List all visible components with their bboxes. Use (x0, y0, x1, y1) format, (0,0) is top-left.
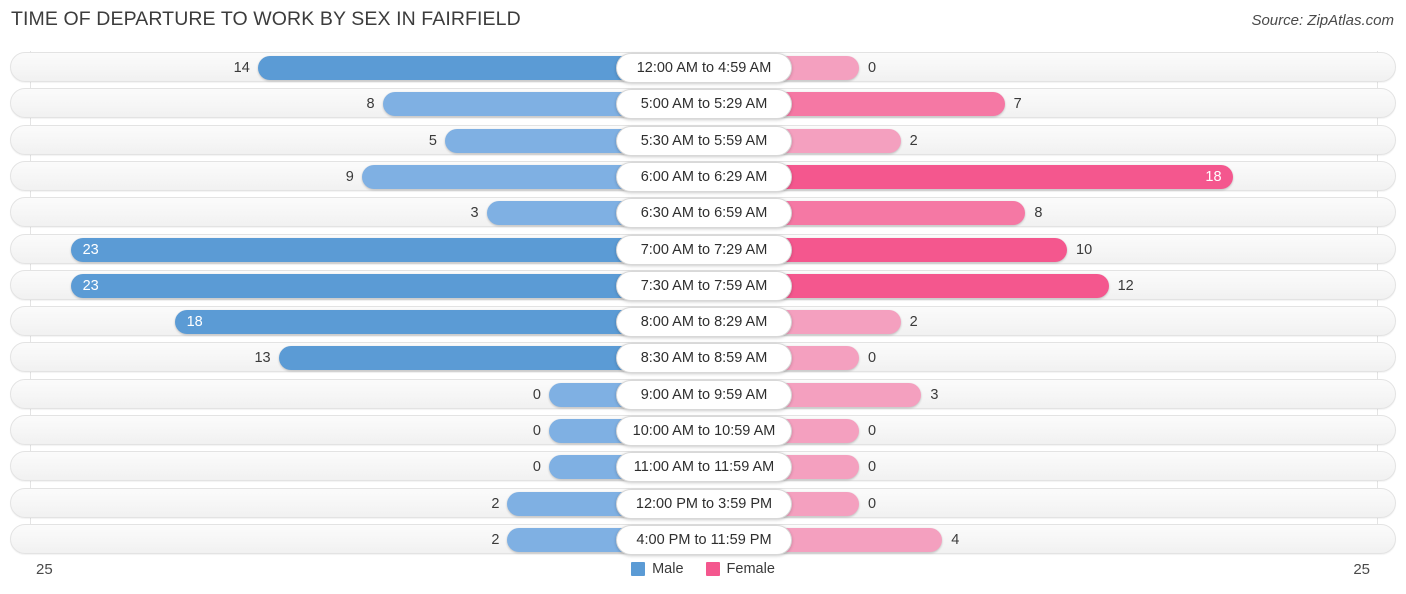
category-label: 7:30 AM to 7:59 AM (616, 270, 792, 301)
legend-label-male: Male (652, 561, 684, 577)
category-label: 5:00 AM to 5:29 AM (616, 89, 792, 120)
legend-item-female[interactable]: Female (705, 561, 775, 577)
bar-value-female: 2 (909, 132, 918, 149)
plot-area: 14 0 12:00 AM to 4:59 AM 8 7 5:00 AM to 5:29 … (0, 51, 1406, 555)
bar-value-male: 9 (345, 168, 354, 185)
table-row: 23 10 7:00 AM to 7:29 AM (10, 233, 1396, 265)
table-row: 3 8 6:30 AM to 6:59 AM (10, 197, 1396, 229)
bar-value-male: 5 (428, 132, 437, 149)
bar-value-male: 13 (254, 350, 271, 367)
bar-value-male: 23 (82, 241, 99, 258)
bar-value-female: 7 (1013, 96, 1022, 113)
category-label: 6:00 AM to 6:29 AM (616, 161, 792, 192)
table-row: 0 0 10:00 AM to 10:59 AM (10, 415, 1396, 446)
bar-value-female: 0 (868, 495, 877, 512)
bar-value-female: 0 (868, 423, 877, 439)
bar-value-male: 0 (532, 423, 541, 439)
table-row: 14 0 12:00 AM to 4:59 AM (10, 52, 1396, 83)
category-label: 4:00 PM to 11:59 PM (616, 524, 792, 555)
bar-value-female: 0 (868, 459, 877, 476)
bar-male[interactable] (70, 273, 704, 298)
category-label: 12:00 PM to 3:59 PM (616, 488, 792, 519)
bar-value-male: 8 (366, 96, 375, 113)
bar-value-female: 12 (1117, 277, 1134, 294)
bar-value-male: 0 (532, 459, 541, 476)
bar-value-female: 10 (1076, 241, 1093, 258)
legend: Male Female (0, 561, 1406, 577)
table-row: 2 4 4:00 PM to 11:59 PM (10, 523, 1396, 555)
category-label: 6:30 AM to 6:59 AM (616, 198, 792, 229)
page-title: TIME OF DEPARTURE TO WORK BY SEX IN FAIR… (11, 8, 521, 30)
category-label: 9:00 AM to 9:59 AM (616, 379, 792, 410)
table-row: 0 0 11:00 AM to 11:59 AM (10, 451, 1396, 483)
table-row: 18 2 8:00 AM to 8:29 AM (10, 306, 1396, 338)
table-row: 9 18 6:00 AM to 6:29 AM (10, 160, 1396, 192)
legend-item-male[interactable]: Male (631, 561, 684, 577)
bar-value-male: 14 (233, 60, 250, 76)
male-swatch-icon (631, 562, 646, 576)
category-label: 7:00 AM to 7:29 AM (616, 234, 792, 265)
category-label: 11:00 AM to 11:59 AM (616, 452, 792, 483)
chart-footer: 25 25 Male Female (0, 553, 1406, 594)
source-note: Source: ZipAtlas.com (1251, 12, 1394, 29)
bar-value-male: 3 (470, 205, 479, 222)
category-label: 8:30 AM to 8:59 AM (616, 343, 792, 374)
category-label: 5:30 AM to 5:59 AM (616, 125, 792, 156)
bar-value-female: 2 (909, 314, 918, 331)
bar-value-female: 0 (868, 350, 877, 367)
bar-value-male: 2 (491, 531, 500, 548)
table-row: 23 12 7:30 AM to 7:59 AM (10, 269, 1396, 301)
category-label: 10:00 AM to 10:59 AM (616, 416, 792, 446)
bar-value-female: 8 (1034, 205, 1043, 222)
bar-value-male: 2 (491, 495, 500, 512)
bar-male[interactable] (70, 237, 704, 262)
bar-value-male: 0 (532, 386, 541, 403)
bar-value-male: 23 (82, 277, 99, 294)
chart-root: TIME OF DEPARTURE TO WORK BY SEX IN FAIR… (0, 0, 1406, 594)
category-label: 8:00 AM to 8:29 AM (616, 307, 792, 338)
table-row: 13 0 8:30 AM to 8:59 AM (10, 342, 1396, 374)
table-row: 0 3 9:00 AM to 9:59 AM (10, 378, 1396, 410)
table-row: 2 0 12:00 PM to 3:59 PM (10, 487, 1396, 519)
legend-label-female: Female (726, 561, 775, 577)
female-swatch-icon (705, 562, 720, 576)
chart-header: TIME OF DEPARTURE TO WORK BY SEX IN FAIR… (0, 0, 1406, 42)
category-label: 12:00 AM to 4:59 AM (616, 53, 792, 83)
bar-value-female: 3 (930, 386, 939, 403)
table-row: 5 2 5:30 AM to 5:59 AM (10, 124, 1396, 156)
bar-value-female: 18 (1205, 168, 1222, 185)
bar-value-female: 0 (868, 60, 877, 76)
bar-value-male: 18 (186, 314, 203, 331)
table-row: 8 7 5:00 AM to 5:29 AM (10, 88, 1396, 120)
bar-value-female: 4 (951, 531, 960, 548)
